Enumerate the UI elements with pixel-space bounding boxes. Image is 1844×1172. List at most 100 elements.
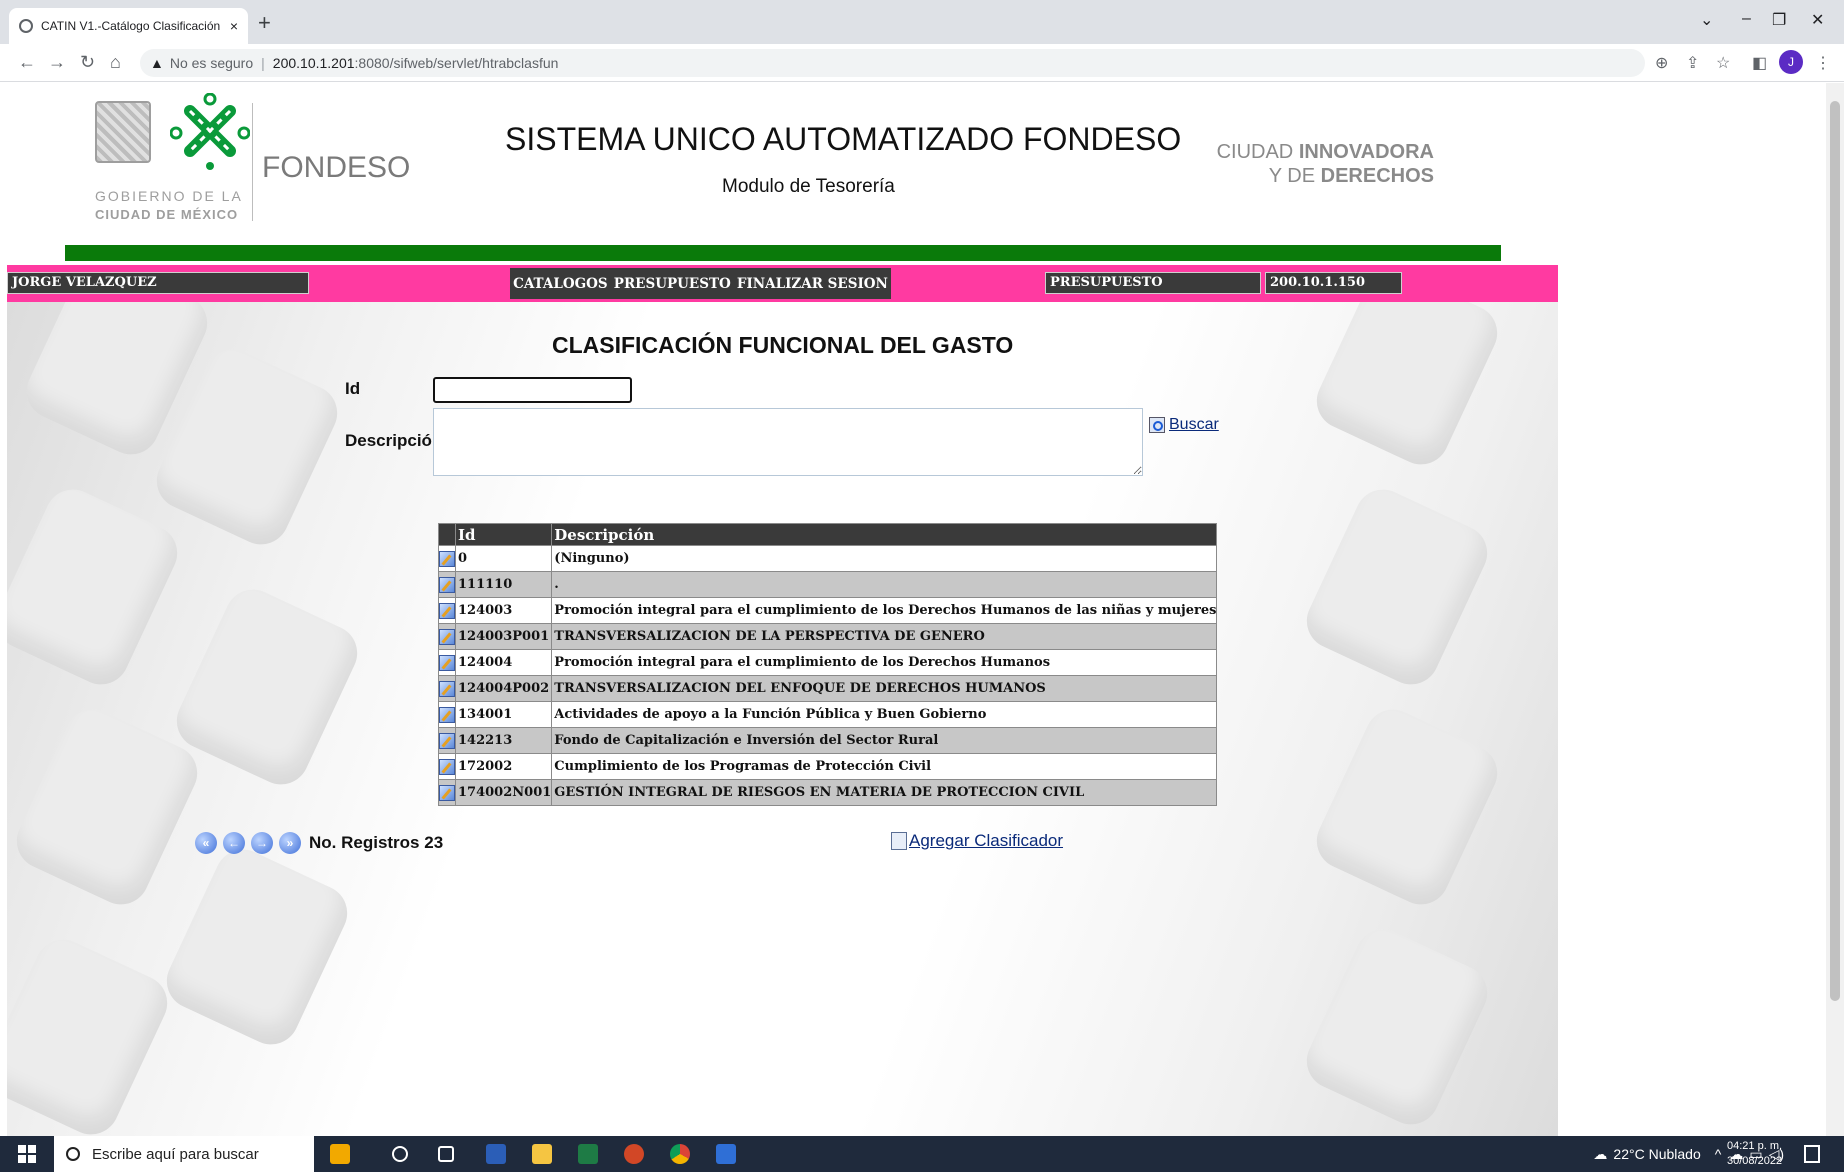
fondeso-logo-text: FONDESO	[262, 151, 411, 184]
warning-icon[interactable]: ▲	[150, 55, 164, 71]
minimize-icon[interactable]: –	[1742, 10, 1751, 28]
row-edit-cell[interactable]	[438, 545, 456, 572]
previous-page-icon[interactable]: ←	[223, 832, 245, 854]
zoom-icon[interactable]: ⊕	[1655, 53, 1668, 73]
clock-time: 04:21 p. m.	[1727, 1140, 1783, 1152]
bg-key	[7, 930, 177, 1136]
cell-id: 124003P001	[454, 623, 553, 650]
forward-icon[interactable]: →	[48, 52, 66, 73]
new-tab-button[interactable]: +	[258, 10, 271, 36]
home-icon[interactable]: ⌂	[110, 52, 121, 73]
menu-presupuesto[interactable]: PRESUPUESTO	[614, 276, 731, 292]
windows-start-icon[interactable]	[18, 1145, 36, 1163]
notifications-icon[interactable]	[1804, 1145, 1820, 1163]
edit-icon[interactable]	[439, 628, 455, 645]
tray-chevron-icon[interactable]: ^	[1715, 1146, 1722, 1162]
row-edit-cell[interactable]	[438, 649, 456, 676]
taskbar-search[interactable]: Escribe aquí para buscar	[54, 1136, 314, 1172]
innovadora-text: INNOVADORA	[1298, 141, 1434, 163]
browser-tab-bar: CATIN V1.-Catálogo Clasificación × + ⌄ –…	[0, 0, 1844, 44]
powerpoint-icon[interactable]	[624, 1144, 644, 1164]
cell-id: 174002N001	[454, 779, 553, 806]
row-edit-cell[interactable]	[438, 753, 456, 780]
address-bar[interactable]: ▲ No es seguro | 200.10.1.201 :8080/sifw…	[140, 49, 1645, 77]
edit-icon[interactable]	[439, 706, 455, 723]
search-link[interactable]: Buscar	[1149, 416, 1219, 434]
logo-divider	[252, 103, 253, 221]
web-page: GOBIERNO DE LA CIUDAD DE MÉXICO FONDESO …	[0, 83, 1826, 1136]
edit-icon[interactable]	[439, 680, 455, 697]
cell-description: GESTIÓN INTEGRAL DE RIESGOS EN MATERIA D…	[551, 779, 1218, 806]
edit-icon[interactable]	[439, 732, 455, 749]
edit-icon[interactable]	[439, 784, 455, 801]
chrome-icon[interactable]	[670, 1144, 690, 1164]
reload-icon[interactable]: ↻	[80, 52, 95, 73]
file-explorer-icon[interactable]	[532, 1144, 552, 1164]
edit-icon[interactable]	[439, 602, 455, 619]
new-document-icon[interactable]	[891, 832, 907, 850]
add-classifier-link[interactable]: Agregar Clasificador	[891, 831, 1063, 851]
page-scrollbar[interactable]	[1826, 83, 1844, 1136]
menu-finalizar-sesion[interactable]: FINALIZAR SESION	[737, 276, 888, 292]
scrollbar-thumb[interactable]	[1830, 101, 1840, 1001]
edit-icon[interactable]	[439, 654, 455, 671]
row-edit-cell[interactable]	[438, 701, 456, 728]
restore-icon[interactable]: ❐	[1772, 10, 1786, 30]
cell-id: 124004P002	[454, 675, 553, 702]
bg-key	[1307, 700, 1507, 914]
id-label: Id	[345, 379, 361, 398]
share-icon[interactable]: ⇪	[1686, 53, 1699, 73]
search-label[interactable]: Buscar	[1169, 416, 1219, 434]
cloud-icon[interactable]: ☁	[1593, 1146, 1607, 1163]
excel-icon[interactable]	[578, 1144, 598, 1164]
row-edit-cell[interactable]	[438, 597, 456, 624]
cortana-icon[interactable]	[392, 1146, 408, 1162]
clock-date: 30/08/2022	[1727, 1155, 1783, 1167]
coat-of-arms-logo	[95, 101, 151, 163]
more-menu-icon[interactable]: ⋮	[1815, 53, 1831, 73]
profile-avatar[interactable]: J	[1779, 50, 1803, 74]
cell-id: 134001	[454, 701, 553, 728]
page-title: CLASIFICACIÓN FUNCIONAL DEL GASTO	[552, 332, 1014, 358]
browser-tab[interactable]: CATIN V1.-Catálogo Clasificación ×	[9, 8, 248, 44]
row-edit-cell[interactable]	[438, 623, 456, 650]
weather-text[interactable]: 22°C Nublado	[1613, 1146, 1700, 1162]
app-icon[interactable]	[716, 1144, 736, 1164]
search-icon[interactable]	[1149, 417, 1165, 433]
user-name-box: JORGE VELAZQUEZ	[7, 272, 309, 294]
back-icon[interactable]: ←	[18, 52, 36, 73]
tab-close-icon[interactable]: ×	[230, 18, 238, 34]
globe-icon	[19, 19, 33, 33]
widget-icon[interactable]	[330, 1144, 350, 1164]
taskbar-search-placeholder: Escribe aquí para buscar	[92, 1145, 259, 1163]
last-page-icon[interactable]: »	[279, 832, 301, 854]
derechos-text: DERECHOS	[1320, 165, 1434, 187]
cell-id: 111110	[454, 571, 553, 598]
table-row: 134001 Actividades de apoyo a la Función …	[438, 701, 1218, 728]
bg-key	[7, 480, 187, 694]
row-edit-cell[interactable]	[438, 571, 456, 598]
row-edit-cell[interactable]	[438, 727, 456, 754]
word-icon[interactable]	[486, 1144, 506, 1164]
bg-key	[157, 840, 357, 1054]
close-window-icon[interactable]: ✕	[1811, 10, 1824, 30]
cdmx-logo	[170, 93, 250, 170]
cell-description: Fondo de Capitalización e Inversión del …	[551, 727, 1218, 754]
next-page-icon[interactable]: →	[251, 832, 273, 854]
side-panel-icon[interactable]: ◧	[1752, 53, 1767, 73]
task-view-icon[interactable]	[438, 1146, 454, 1162]
first-page-icon[interactable]: «	[195, 832, 217, 854]
row-edit-cell[interactable]	[438, 675, 456, 702]
security-label[interactable]: No es seguro	[170, 55, 253, 71]
edit-icon[interactable]	[439, 550, 455, 567]
description-textarea[interactable]	[433, 408, 1143, 476]
row-edit-cell[interactable]	[438, 779, 456, 806]
menu-catalogos[interactable]: CATALOGOS	[513, 276, 608, 292]
tab-search-chevron-icon[interactable]: ⌄	[1700, 10, 1713, 30]
bookmark-star-icon[interactable]: ☆	[1716, 53, 1730, 73]
add-classifier-label[interactable]: Agregar Clasificador	[909, 831, 1063, 851]
edit-icon[interactable]	[439, 758, 455, 775]
system-clock[interactable]: 04:21 p. m. 30/08/2022	[1727, 1139, 1782, 1169]
edit-icon[interactable]	[439, 576, 455, 593]
id-input[interactable]	[433, 377, 632, 403]
